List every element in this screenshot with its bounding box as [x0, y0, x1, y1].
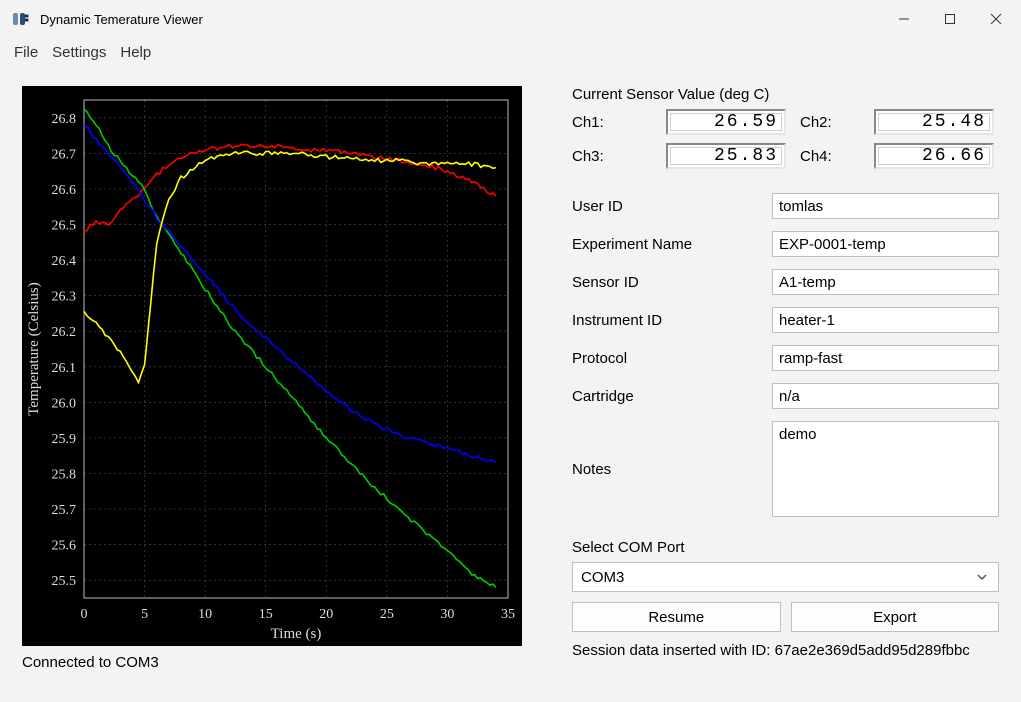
com-port-label: Select COM Port: [572, 539, 999, 556]
sensor-id-label: Sensor ID: [572, 274, 772, 291]
cartridge-input[interactable]: [772, 383, 999, 409]
svg-text:26.1: 26.1: [52, 361, 77, 376]
chart: 0 5 10 15 20 25 30 35 25.5 25.6 25.7 25.8 25.9 26.0 26…: [22, 86, 522, 646]
com-port-selected: COM3: [581, 569, 624, 586]
svg-text:10: 10: [198, 607, 212, 622]
svg-text:20: 20: [319, 607, 333, 622]
user-id-input[interactable]: [772, 193, 999, 219]
close-button[interactable]: [973, 3, 1019, 35]
export-button[interactable]: Export: [791, 602, 1000, 632]
svg-text:25: 25: [380, 607, 394, 622]
window-title: Dynamic Temerature Viewer: [40, 12, 203, 27]
ch1-value: 26.59: [666, 109, 786, 135]
protocol-input[interactable]: [772, 345, 999, 371]
svg-text:25.6: 25.6: [52, 539, 77, 554]
instrument-id-input[interactable]: [772, 307, 999, 333]
chevron-down-icon: [974, 569, 990, 585]
experiment-input[interactable]: [772, 231, 999, 257]
status-connected: Connected to COM3: [22, 654, 522, 671]
svg-text:25.7: 25.7: [52, 503, 77, 518]
app-icon: [10, 9, 30, 29]
svg-text:Time (s): Time (s): [271, 626, 322, 642]
ch2-label: Ch2:: [800, 114, 860, 131]
com-port-select[interactable]: COM3: [572, 562, 999, 592]
sensor-id-input[interactable]: [772, 269, 999, 295]
protocol-label: Protocol: [572, 350, 772, 367]
svg-text:26.3: 26.3: [52, 290, 77, 305]
cartridge-label: Cartridge: [572, 388, 772, 405]
instrument-id-label: Instrument ID: [572, 312, 772, 329]
svg-text:0: 0: [81, 607, 88, 622]
notes-label: Notes: [572, 461, 772, 478]
ch4-label: Ch4:: [800, 148, 860, 165]
svg-text:5: 5: [141, 607, 148, 622]
ch3-label: Ch3:: [572, 148, 652, 165]
ch4-value: 26.66: [874, 143, 994, 169]
svg-text:30: 30: [440, 607, 454, 622]
menu-help[interactable]: Help: [120, 44, 151, 61]
svg-text:26.2: 26.2: [52, 325, 77, 340]
form: User ID Experiment Name Sensor ID Instru…: [572, 193, 999, 517]
svg-text:25.8: 25.8: [52, 468, 77, 483]
svg-text:25.5: 25.5: [52, 574, 77, 589]
svg-text:26.4: 26.4: [52, 254, 77, 269]
session-id-text: Session data inserted with ID: 67ae2e369…: [572, 642, 999, 659]
svg-text:26.5: 26.5: [52, 219, 77, 234]
svg-text:26.6: 26.6: [52, 183, 77, 198]
ch2-value: 25.48: [874, 109, 994, 135]
svg-text:15: 15: [259, 607, 273, 622]
resume-button[interactable]: Resume: [572, 602, 781, 632]
maximize-button[interactable]: [927, 3, 973, 35]
svg-text:35: 35: [501, 607, 515, 622]
titlebar: Dynamic Temerature Viewer: [0, 0, 1021, 38]
menu-file[interactable]: File: [14, 44, 38, 61]
minimize-button[interactable]: [881, 3, 927, 35]
menu-settings[interactable]: Settings: [52, 44, 106, 61]
svg-text:25.9: 25.9: [52, 432, 77, 447]
notes-textarea[interactable]: [772, 421, 999, 517]
user-id-label: User ID: [572, 198, 772, 215]
svg-text:26.7: 26.7: [52, 147, 77, 162]
experiment-label: Experiment Name: [572, 236, 772, 253]
svg-text:26.8: 26.8: [52, 112, 77, 127]
readouts-title: Current Sensor Value (deg C): [572, 86, 999, 103]
ch3-value: 25.83: [666, 143, 786, 169]
ch1-label: Ch1:: [572, 114, 652, 131]
readouts-grid: Ch1: 26.59 Ch2: 25.48 Ch3: 25.83 Ch4: 26…: [572, 109, 999, 169]
svg-text:Temperature (Celsius): Temperature (Celsius): [26, 282, 42, 415]
menubar: File Settings Help: [0, 38, 1021, 66]
svg-text:26.0: 26.0: [52, 396, 77, 411]
